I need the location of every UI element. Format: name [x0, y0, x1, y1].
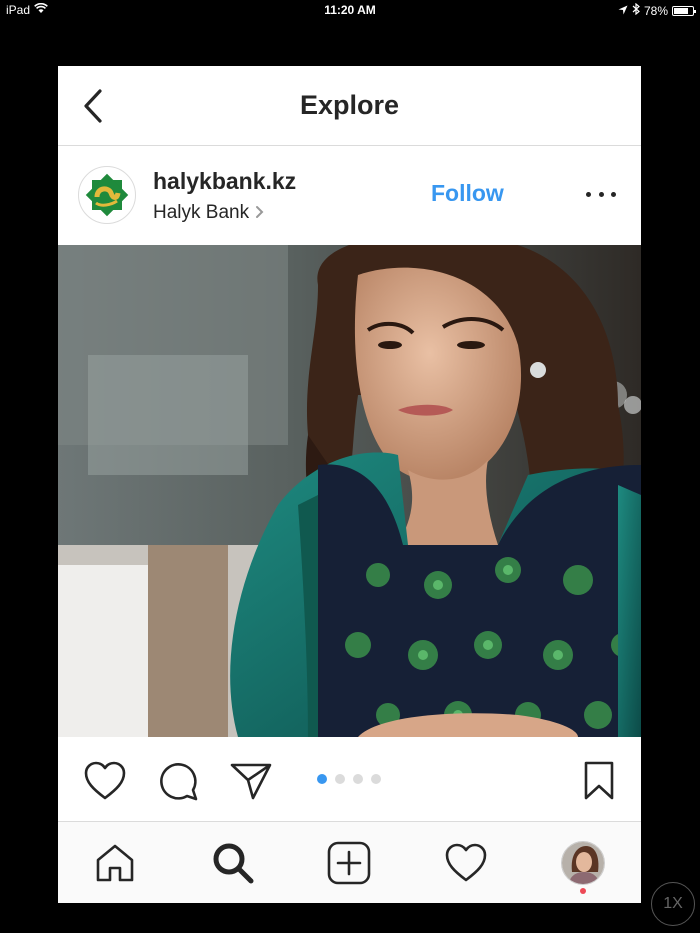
carousel-dot: [353, 774, 363, 784]
avatar: [561, 841, 605, 885]
share-icon[interactable]: [229, 759, 273, 803]
carousel-dot: [335, 774, 345, 784]
notification-dot: [580, 888, 586, 894]
zoom-toggle-button[interactable]: 1X: [651, 882, 695, 926]
battery-level: [674, 7, 689, 14]
location-arrow-icon: [618, 4, 628, 18]
halyk-logo-icon: [85, 173, 129, 217]
page-title: Explore: [299, 90, 400, 120]
post-actions: [58, 737, 641, 821]
post-username[interactable]: halykbank.kz: [153, 168, 296, 195]
add-post-icon[interactable]: [324, 838, 374, 888]
battery-icon: [672, 5, 696, 16]
battery-percent: 78%: [643, 3, 668, 18]
post-location[interactable]: Halyk Bank: [153, 202, 264, 224]
instagram-app: Explore halykbank.kz Halyk Bank Follow: [58, 66, 641, 903]
carousel-indicator: [317, 774, 381, 784]
bluetooth-icon: [632, 2, 640, 18]
tab-bar: [58, 821, 641, 903]
photo-icon: [58, 245, 641, 737]
bookmark-icon[interactable]: [577, 759, 621, 803]
profile-avatar[interactable]: [558, 838, 608, 894]
heart-icon[interactable]: [83, 759, 127, 803]
status-bar: iPad 11:20 AM 78%: [0, 0, 700, 20]
post-image[interactable]: [58, 245, 641, 737]
post-location-label: Halyk Bank: [153, 202, 250, 223]
ellipsis-icon[interactable]: [586, 182, 616, 206]
post-header: halykbank.kz Halyk Bank Follow: [58, 146, 641, 244]
follow-button[interactable]: Follow: [431, 180, 504, 207]
chevron-right-icon: [255, 203, 264, 224]
carousel-dot: [317, 774, 327, 784]
search-icon[interactable]: [208, 838, 258, 888]
status-right: 78%: [618, 2, 696, 18]
nav-bar: Explore: [58, 66, 641, 146]
account-avatar[interactable]: [78, 166, 136, 224]
carousel-dot: [371, 774, 381, 784]
status-time: 11:20 AM: [324, 3, 376, 17]
activity-heart-icon[interactable]: [441, 838, 491, 888]
home-icon[interactable]: [90, 838, 140, 888]
comment-icon[interactable]: [156, 759, 200, 803]
